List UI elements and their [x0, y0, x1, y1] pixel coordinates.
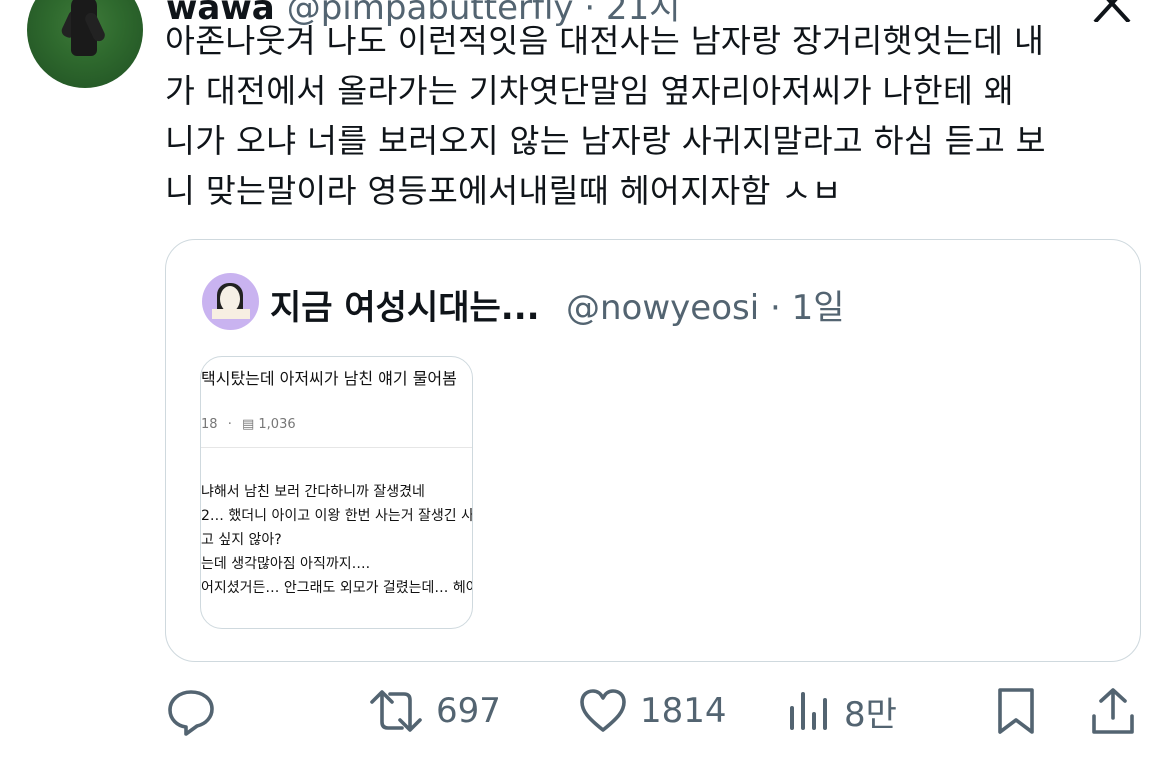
views-mini-icon: ▤ — [241, 417, 255, 432]
image-body-line: 2… 했더니 아이고 이왕 한번 사는거 잘생긴 사 — [201, 508, 473, 524]
tweet-line: 니 맞는말이라 영등포에서내릴때 헤어지자함 ㅅㅂ — [165, 172, 842, 210]
quoted-tweet[interactable]: 지금 여성시대는... @nowyeosi · 1일 택시탔는데 아저씨가 남친… — [165, 239, 1141, 662]
share-icon — [1092, 688, 1134, 734]
image-body-line: 어지셨거든… 안그래도 외모가 걸렸는데… 헤어 — [201, 580, 473, 596]
reply-button[interactable] — [166, 680, 216, 742]
retweet-button[interactable]: 697 — [368, 680, 501, 742]
image-title: 택시탔는데 아저씨가 남친 얘기 물어봄 — [201, 369, 457, 388]
bookmark-icon — [998, 688, 1034, 734]
share-button[interactable] — [1088, 680, 1138, 742]
retweet-count: 697 — [436, 691, 501, 731]
quoted-image[interactable]: 택시탔는데 아저씨가 남친 얘기 물어봄 18 · ▤ 1,036 냐해서 남친… — [200, 356, 473, 629]
views-count: 8만 — [844, 694, 897, 735]
author-avatar[interactable] — [27, 0, 143, 88]
tweet-action-bar: 697 1814 8만 — [0, 680, 1170, 750]
like-button[interactable]: 1814 — [578, 680, 727, 742]
tweet-text: 아존나웃겨 나도 이런적잇음 대전사는 남자랑 장거리햇엇는데 내 가 대전에서… — [165, 16, 1155, 216]
tweet-line: 가 대전에서 올라가는 기차엿단말임 옆자리아저씨가 나한테 왜 — [165, 72, 1014, 110]
reply-icon — [168, 690, 214, 736]
tweet-line: 아존나웃겨 나도 이런적잇음 대전사는 남자랑 장거리햇엇는데 내 — [165, 22, 1045, 60]
views-bar-chart-icon — [790, 692, 827, 730]
tweet-line: 니가 오냐 너를 보러오지 않는 남자랑 사귀지말라고 하심 듣고 보 — [165, 122, 1046, 160]
image-body-line: 고 싶지 않아? — [201, 532, 282, 548]
image-meta-views: 1,036 — [258, 417, 296, 432]
image-divider — [201, 447, 472, 448]
quoted-author-name[interactable]: 지금 여성시대는... — [270, 280, 540, 329]
meta-separator: · — [227, 417, 232, 432]
heart-icon — [580, 689, 626, 732]
quoted-author-handle-time[interactable]: @nowyeosi · 1일 — [566, 280, 845, 329]
image-meta-left: 18 — [201, 417, 218, 432]
views-button[interactable]: 8만 — [788, 680, 897, 742]
quoted-author-avatar[interactable] — [202, 273, 259, 330]
retweet-icon — [370, 690, 422, 732]
like-count: 1814 — [640, 691, 727, 731]
image-meta: 18 · ▤ 1,036 — [201, 417, 296, 432]
image-body-line: 는데 생각많아짐 아직까지…. — [201, 556, 371, 572]
image-body-line: 냐해서 남친 보러 간다하니까 잘생겼네 — [201, 484, 425, 500]
bookmark-button[interactable] — [994, 680, 1038, 742]
